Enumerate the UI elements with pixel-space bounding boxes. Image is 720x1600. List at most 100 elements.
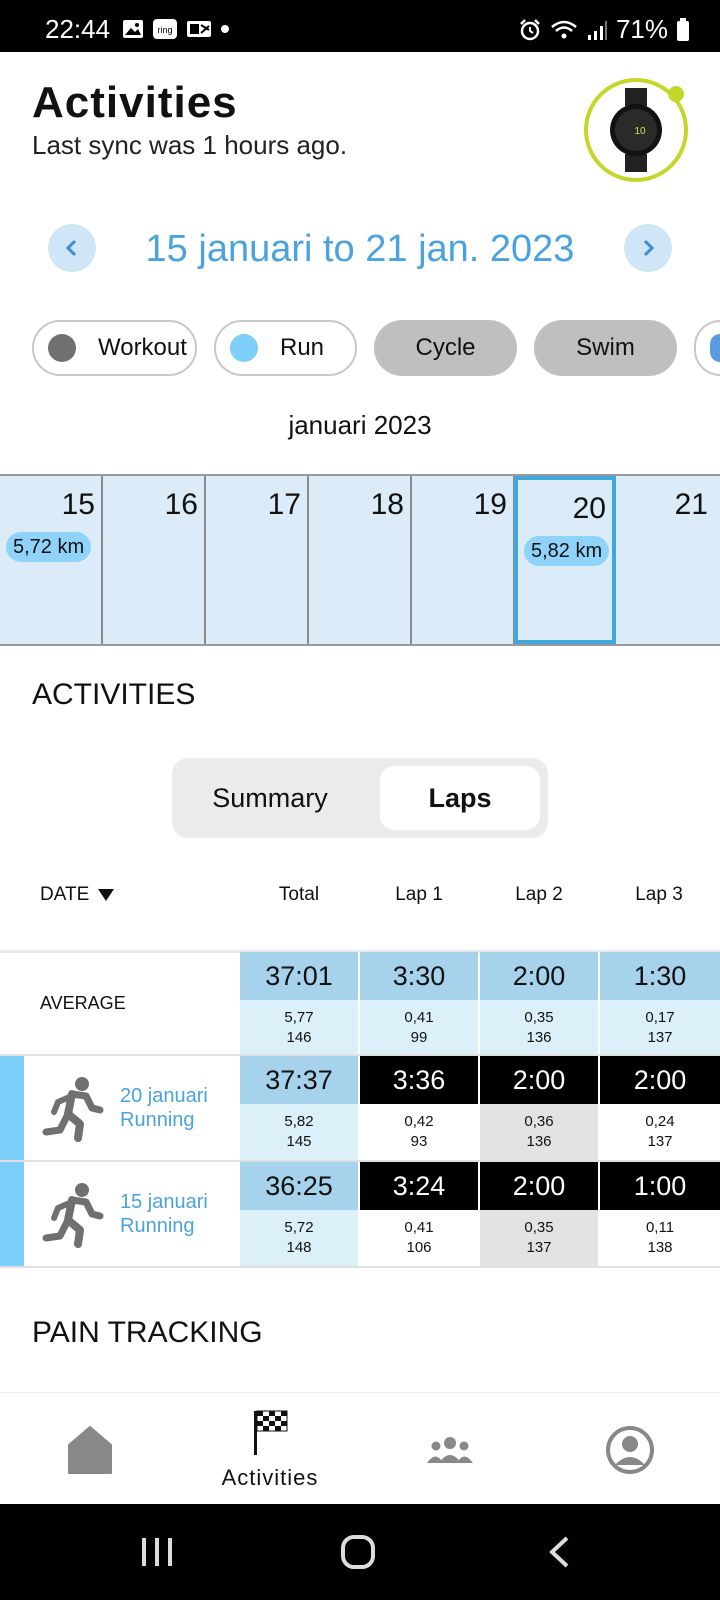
- date-header-label: DATE: [40, 884, 90, 905]
- running-icon: [42, 1183, 104, 1248]
- back-icon[interactable]: [547, 1535, 571, 1569]
- recent-apps-icon[interactable]: [140, 1536, 174, 1568]
- calendar-day-16[interactable]: 16: [103, 476, 206, 644]
- row1-total-cell: 37:37 5,82 145: [240, 1056, 358, 1160]
- calendar-day-17[interactable]: 17: [206, 476, 309, 644]
- filter-workout-chip[interactable]: Workout: [32, 320, 197, 376]
- day-number: 18: [370, 488, 404, 521]
- home-icon: [68, 1426, 112, 1474]
- cell-distance: 0,42: [404, 1113, 434, 1130]
- cell-heart-rate: 137: [647, 1029, 673, 1046]
- activity-date: 20 januari: [120, 1085, 208, 1107]
- row1-lap1-cell: 3:36 0,42 93: [360, 1056, 478, 1160]
- laps-tab[interactable]: Laps: [380, 766, 540, 830]
- activity-type: Running: [120, 1215, 195, 1237]
- cell-heart-rate: 99: [410, 1029, 428, 1046]
- sort-down-icon: [98, 889, 115, 901]
- calendar-day-19[interactable]: 19: [412, 476, 515, 644]
- chevron-right-icon: [643, 239, 655, 257]
- workout-color-dot: [48, 334, 76, 362]
- date-sort-header[interactable]: DATE: [40, 884, 115, 906]
- calendar-day-15[interactable]: 15 5,72 km: [0, 476, 103, 644]
- calendar-day-18[interactable]: 18: [309, 476, 412, 644]
- previous-week-button[interactable]: [48, 224, 96, 272]
- lap1-header: Lap 1: [395, 884, 443, 905]
- run-color-dot: [230, 334, 258, 362]
- next-week-button[interactable]: [624, 224, 672, 272]
- sync-status: Last sync was 1 hours ago.: [32, 130, 348, 160]
- calendar-day-21[interactable]: 21: [616, 476, 720, 644]
- day-distance-badge: 5,82 km: [524, 536, 610, 566]
- row2-total-cell: 36:25 5,72 148: [240, 1162, 358, 1266]
- activities-heading: ACTIVITIES: [32, 678, 196, 711]
- calendar-day-20-selected[interactable]: 20 5,82 km: [514, 476, 616, 644]
- home-button-icon[interactable]: [340, 1534, 376, 1570]
- average-lap1-cell: 3:30 0,41 99: [360, 952, 478, 1056]
- cell-time: 2:00: [480, 1162, 598, 1210]
- view-segmented-control: Summary Laps: [172, 758, 548, 838]
- summary-tab[interactable]: Summary: [180, 766, 360, 830]
- total-header: Total: [278, 884, 320, 905]
- cell-distance: 0,11: [645, 1219, 675, 1236]
- sync-indicator-dot: [668, 86, 684, 102]
- nav-activities-tab[interactable]: Activities: [180, 1393, 360, 1505]
- cell-time: 36:25: [240, 1162, 358, 1210]
- bottom-navigation: Activities: [0, 1392, 720, 1504]
- cell-time: 2:00: [480, 952, 598, 1000]
- lap3-header: Lap 3: [635, 884, 683, 905]
- nav-profile-tab[interactable]: [540, 1393, 720, 1505]
- filter-more-chip[interactable]: [694, 320, 720, 376]
- row2-lap3-cell: 1:00 0,11 138: [600, 1162, 720, 1266]
- activity-date: 15 januari: [120, 1191, 208, 1213]
- filter-run-label: Run: [280, 334, 325, 361]
- row2-lap1-cell: 3:24 0,41 106: [360, 1162, 478, 1266]
- cell-heart-rate: 138: [647, 1239, 673, 1256]
- status-bar: 22:44 ring 71%: [0, 0, 720, 52]
- cell-heart-rate: 146: [286, 1029, 312, 1046]
- day-number: 16: [164, 488, 198, 521]
- signal-icon: [587, 20, 607, 40]
- filter-cycle-label: Cycle: [415, 334, 476, 361]
- cell-distance: 0,41: [404, 1009, 434, 1026]
- filter-run-chip[interactable]: Run: [214, 320, 357, 376]
- day-number: 19: [473, 488, 507, 521]
- nav-community-tab[interactable]: [360, 1393, 540, 1505]
- cell-time: 2:00: [480, 1056, 598, 1104]
- lap2-header: Lap 2: [515, 884, 563, 905]
- page-title: Activities: [32, 78, 238, 127]
- day-number: 21: [674, 488, 708, 521]
- nav-home-tab[interactable]: [0, 1393, 180, 1505]
- cell-heart-rate: 136: [526, 1029, 552, 1046]
- profile-icon: [606, 1426, 654, 1474]
- system-navigation-bar: [0, 1504, 720, 1600]
- filter-swim-chip[interactable]: Swim: [534, 320, 677, 376]
- ring-app-icon: ring: [153, 19, 177, 39]
- day-number: 15: [61, 488, 95, 521]
- cell-time: 3:36: [360, 1056, 478, 1104]
- alarm-icon: [520, 18, 540, 40]
- cell-distance: 0,24: [645, 1113, 675, 1130]
- device-watch-button[interactable]: 10: [584, 78, 688, 182]
- cell-heart-rate: 137: [526, 1239, 552, 1256]
- day-number: 17: [267, 488, 301, 521]
- cell-time: 2:00: [600, 1056, 720, 1104]
- cell-time: 1:00: [600, 1162, 720, 1210]
- row1-lap3-cell: 2:00 0,24 137: [600, 1056, 720, 1160]
- cell-time: 37:01: [240, 952, 358, 1000]
- gallery-icon: [123, 20, 143, 38]
- cell-distance: 0,35: [524, 1219, 554, 1236]
- row1-lap2-cell: 2:00 0,36 136: [480, 1056, 598, 1160]
- cell-distance: 0,41: [404, 1219, 434, 1236]
- filter-cycle-chip[interactable]: Cycle: [374, 320, 517, 376]
- run-type-accent: [0, 1056, 24, 1160]
- checkered-flag-icon: [254, 1410, 288, 1455]
- average-lap2-cell: 2:00 0,35 136: [480, 952, 598, 1056]
- group-icon: [427, 1437, 473, 1463]
- cell-distance: 0,35: [524, 1009, 554, 1026]
- cell-time: 3:30: [360, 952, 478, 1000]
- cell-time: 37:37: [240, 1056, 358, 1104]
- pain-tracking-heading: PAIN TRACKING: [32, 1316, 263, 1349]
- day-number: 20: [572, 492, 606, 525]
- cell-heart-rate: 136: [526, 1133, 552, 1150]
- wifi-icon: [551, 20, 577, 38]
